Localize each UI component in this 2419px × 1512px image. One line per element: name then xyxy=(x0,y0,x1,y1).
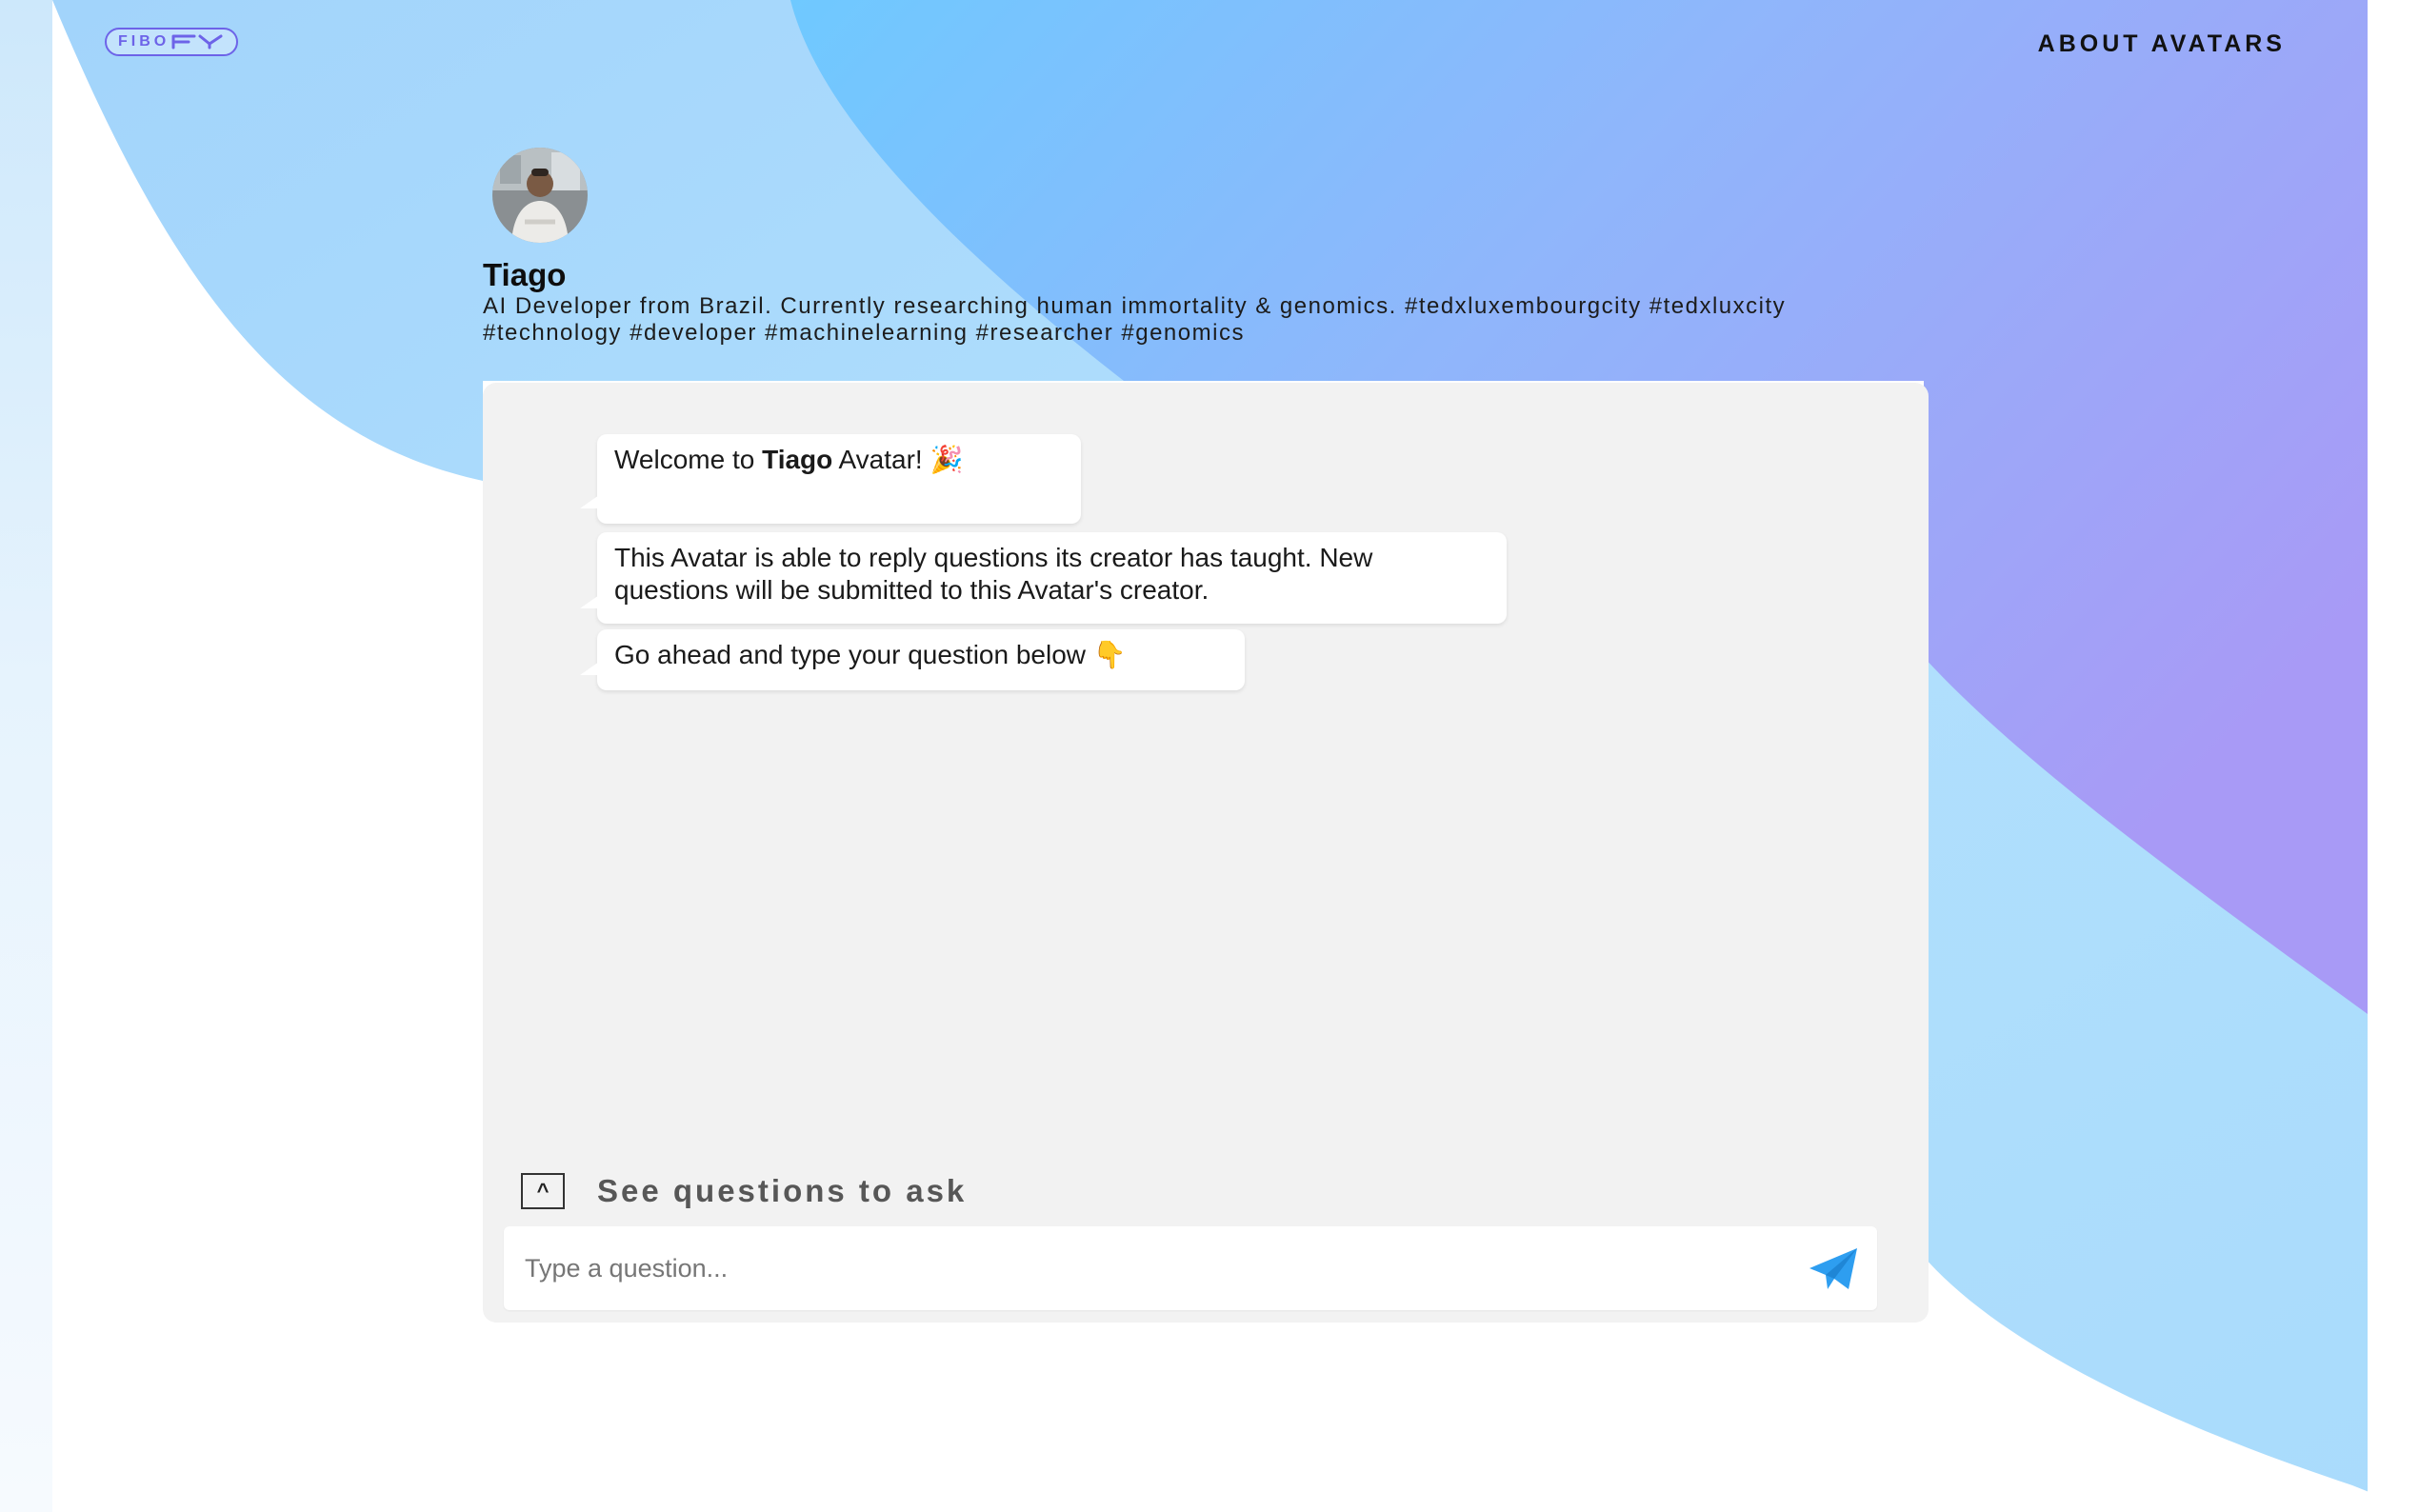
chat-message-welcome: Welcome to Tiago Avatar! 🎉 xyxy=(580,434,1081,524)
chat-message-prompt: Go ahead and type your question below 👇 xyxy=(580,629,1245,690)
question-input-bar xyxy=(504,1226,1877,1310)
logo-text: FIBO xyxy=(118,33,170,50)
chevron-up-icon[interactable]: ^ xyxy=(521,1173,565,1209)
welcome-suffix: Avatar! 🎉 xyxy=(832,445,964,474)
see-questions-label[interactable]: See questions to ask xyxy=(597,1173,967,1209)
fibofy-logo[interactable]: FIBO xyxy=(105,28,238,56)
welcome-avatar-name: Tiago xyxy=(762,445,833,474)
avatar xyxy=(492,148,588,243)
chat-panel: Welcome to Tiago Avatar! 🎉 This Avatar i… xyxy=(483,383,1929,1323)
right-background-strip xyxy=(2368,0,2419,1512)
chat-message-info: This Avatar is able to reply questions i… xyxy=(580,532,1507,624)
avatar-photo xyxy=(492,148,588,243)
welcome-prefix: Welcome to xyxy=(614,445,763,474)
paper-plane-icon[interactable] xyxy=(1807,1245,1860,1293)
question-input[interactable] xyxy=(504,1226,1780,1310)
profile-name: Tiago xyxy=(483,257,567,292)
questions-toggle[interactable]: ^ See questions to ask xyxy=(521,1173,967,1209)
about-avatars-link[interactable]: ABOUT AVATARS xyxy=(2038,30,2286,58)
logo-fy-mark-icon xyxy=(171,34,223,50)
profile-bio: AI Developer from Brazil. Currently rese… xyxy=(483,293,1787,346)
